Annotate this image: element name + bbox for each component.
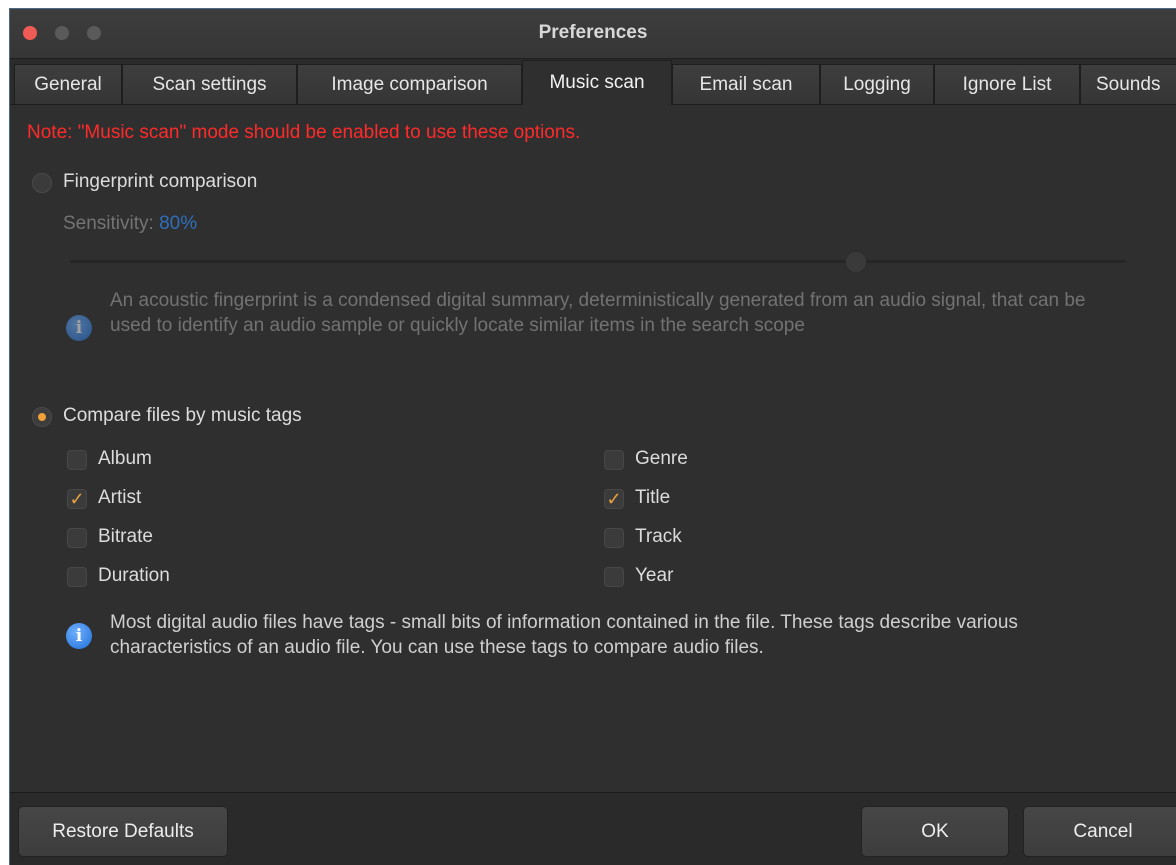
tab-ignore-list[interactable]: Ignore List (934, 64, 1080, 104)
tab-image-comparison[interactable]: Image comparison (297, 64, 522, 104)
tab-email-scan[interactable]: Email scan (672, 64, 820, 104)
artist-checkbox[interactable]: ✓ (67, 489, 87, 509)
genre-label[interactable]: Genre (635, 448, 688, 470)
ok-button[interactable]: OK (861, 806, 1009, 857)
checkmark-icon: ✓ (69, 489, 85, 509)
duration-checkbox[interactable] (67, 567, 87, 587)
sensitivity-value: 80% (159, 213, 198, 234)
tab-music-scan[interactable]: Music scan (522, 60, 672, 105)
title-bar: Preferences (10, 9, 1176, 59)
restore-defaults-button[interactable]: Restore Defaults (18, 806, 228, 857)
genre-checkbox[interactable] (604, 450, 624, 470)
title-checkbox[interactable]: ✓ (604, 489, 624, 509)
tab-general[interactable]: General (14, 64, 122, 104)
bitrate-label[interactable]: Bitrate (98, 526, 153, 548)
sensitivity-caption: Sensitivity: (63, 213, 154, 234)
info-icon: i (66, 623, 92, 649)
fingerprint-comparison-radio[interactable] (32, 173, 52, 193)
tab-logging[interactable]: Logging (820, 64, 934, 104)
year-label[interactable]: Year (635, 565, 673, 587)
cancel-button[interactable]: Cancel (1023, 806, 1176, 857)
track-label[interactable]: Track (635, 526, 682, 548)
window-title: Preferences (538, 22, 648, 43)
fingerprint-info-text: An acoustic fingerprint is a condensed d… (110, 290, 1086, 336)
sensitivity-slider-track[interactable] (70, 260, 1126, 263)
music-scan-panel: Note: "Music scan" mode should be enable… (10, 105, 1176, 793)
dialog-footer: Restore Defaults OK Cancel (10, 792, 1176, 865)
tab-bar: General Scan settings Image comparison M… (10, 59, 1176, 105)
bitrate-checkbox[interactable] (67, 528, 87, 548)
title-tag-label[interactable]: Title (635, 487, 670, 509)
checkmark-icon: ✓ (606, 489, 622, 509)
tags-info-text: Most digital audio files have tags - sma… (110, 612, 1018, 658)
year-checkbox[interactable] (604, 567, 624, 587)
warning-note: Note: "Music scan" mode should be enable… (27, 122, 581, 143)
artist-label[interactable]: Artist (98, 487, 141, 509)
sensitivity-slider-thumb[interactable] (845, 251, 867, 273)
info-icon: i (66, 315, 92, 341)
sensitivity-label: Sensitivity: 80% (63, 213, 197, 235)
tab-scan-settings[interactable]: Scan settings (122, 64, 297, 104)
compare-by-tags-radio[interactable] (32, 407, 52, 427)
tab-sounds[interactable]: Sounds (1080, 64, 1176, 104)
duration-label[interactable]: Duration (98, 565, 170, 587)
track-checkbox[interactable] (604, 528, 624, 548)
fingerprint-comparison-label[interactable]: Fingerprint comparison (63, 171, 257, 193)
compare-by-tags-label[interactable]: Compare files by music tags (63, 405, 302, 427)
album-checkbox[interactable] (67, 450, 87, 470)
album-label[interactable]: Album (98, 448, 152, 470)
preferences-window: Preferences General Scan settings Image … (9, 8, 1176, 865)
